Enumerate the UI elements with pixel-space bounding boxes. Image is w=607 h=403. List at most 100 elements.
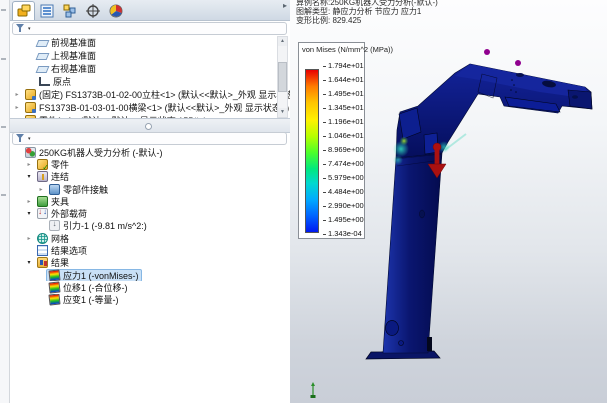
tree-item[interactable]: 上视基准面 [10,49,290,62]
tree-item-label: 结果选项 [51,244,87,256]
tree-item-content[interactable]: 零部件接触 [46,183,111,195]
tree-item[interactable]: 前视基准面 [10,36,290,49]
tab-display-manager[interactable] [104,1,127,20]
loads-icon [37,208,48,219]
expand-arrow-icon[interactable]: ▸ [12,104,22,111]
model-beam-hole [516,73,524,77]
tree-item[interactable]: 位移1 (-合位移-) [10,281,290,293]
tree-item[interactable]: 引力-1 (-9.81 m/s^2:) [10,220,290,232]
connections-icon [37,171,48,182]
tree-item[interactable]: 结果选项 [10,244,290,256]
selected-tree-item[interactable]: 应力1 (-vonMises-) [46,269,142,281]
tree-item-content[interactable]: 前视基准面 [34,36,99,49]
tree-item[interactable]: ▸FS1373B-01-03-01-00横梁<1> (默认<<默认>_外观 显示… [10,101,290,114]
tree-item-content[interactable]: 上视基准面 [34,49,99,62]
model-end-hole [572,95,578,99]
panel-expand-arrow[interactable]: ▸ [283,2,287,10]
tree-item[interactable]: ▾ 连结 [10,171,290,183]
tree-item-content[interactable]: 结果选项 [34,244,90,256]
assembly-part-icon [25,89,36,100]
scroll-down-icon[interactable]: ▼ [278,108,287,117]
tree-item[interactable]: ▸网格 [10,232,290,244]
scrollbar-thumb[interactable] [278,62,287,92]
tree-item-content[interactable]: 夹具 [34,195,72,207]
tree-item-content[interactable]: 网格 [34,232,72,244]
displacement-plot-icon [48,281,60,293]
expand-arrow-icon[interactable]: ▾ [24,259,34,266]
strip-tick [1,126,6,128]
tree-item-label: 夹具 [51,195,69,207]
tree-item-content[interactable]: 连结 [34,171,72,183]
tree-item-content[interactable]: 右视基准面 [34,62,99,75]
dimxpert-manager-tab-icon [86,4,100,18]
scroll-up-icon[interactable]: ▲ [278,37,287,46]
origin-triad-icon [311,382,316,398]
expand-arrow-icon[interactable]: ▸ [24,235,34,242]
expand-arrow-icon[interactable]: ▸ [12,91,22,98]
gravity-icon [49,220,60,231]
panel-edge-strip [0,0,10,403]
remote-point-marker [515,60,521,66]
graphics-area[interactable]: 算例名称:250KG机器人受力分析(-默认-) 图解类型: 静应力分析 节应力 … [290,0,607,403]
panel-splitter[interactable] [10,118,290,133]
tab-dimxpert-manager[interactable] [81,1,104,20]
tree-item-content[interactable]: 原点 [34,75,74,88]
plane-icon [36,53,50,60]
expand-arrow-icon[interactable]: ▾ [24,210,34,217]
expand-arrow-icon[interactable]: ▸ [36,186,46,193]
feature-manager-panel: ▸ ▾ 前视基准面上视基准面右视基准面原点▸(固定) FS1373B-01-02… [10,0,291,403]
tree-item-label: 上视基准面 [51,49,96,62]
tree-item[interactable]: 250KG机器人受力分析 (-默认-) [10,146,290,158]
model-base-tab [427,337,432,351]
origin-icon [39,77,50,86]
tree-item-content[interactable]: 零件 [34,158,72,170]
tab-feature-manager[interactable] [12,1,35,20]
study-filter-input[interactable]: ▾ [12,132,287,145]
strip-tick [1,9,6,11]
tree-item-label: 连结 [51,171,69,183]
tree-filter-input[interactable]: ▾ [12,22,287,35]
tree-item[interactable]: ▸零件 [10,158,290,170]
filter-caret-icon: ▾ [28,136,31,142]
tree-item-label: 外部载荷 [51,207,87,219]
tree-item-content[interactable]: FS1373B-01-03-01-00横梁<1> (默认<<默认>_外观 显示状… [22,101,290,114]
tab-property-manager[interactable] [35,1,58,20]
tree-item-label: 引力-1 (-9.81 m/s^2:) [63,220,147,232]
model-column-hole-tiny [399,341,404,346]
strip-tick [1,194,6,196]
tree-item-content[interactable]: 250KG机器人受力分析 (-默认-) [22,146,166,158]
tree-item-content[interactable]: 应变1 (-等量-) [46,294,122,306]
tree-item-label: 应力1 (-vonMises-) [63,269,139,281]
expand-arrow-icon[interactable]: ▾ [24,173,34,180]
tree-item-label: 原点 [53,75,71,88]
tree-item[interactable]: ▸零部件接触 [10,183,290,195]
tree-item-label: 结果 [51,257,69,269]
tree-item-label: 位移1 (-合位移-) [63,281,128,293]
model-beam-end-face [568,90,592,109]
study-icon [25,147,36,158]
legend-title: von Mises (N/mm^2 (MPa)) [302,45,393,54]
results-folder-icon [37,257,48,268]
tree-item-content[interactable]: 引力-1 (-9.81 m/s^2:) [46,220,150,232]
expand-arrow-icon[interactable]: ▸ [24,198,34,205]
assembly-part-icon [25,102,36,113]
tree-item[interactable]: 应变1 (-等量-) [10,294,290,306]
tree-item[interactable]: ▸ 夹具 [10,195,290,207]
tree-item[interactable]: 右视基准面 [10,62,290,75]
tab-configuration-manager[interactable] [58,1,81,20]
tree-item[interactable]: 原点 [10,75,290,88]
tree-item-content[interactable]: 结果 [34,257,72,269]
feature-tree-scrollbar[interactable]: ▲ ▼ [277,36,288,118]
tree-item[interactable]: 应力1 (-vonMises-) [10,269,290,281]
tree-item[interactable]: ▾ 结果 [10,257,290,269]
tree-item-content[interactable]: 外部载荷 [34,207,90,219]
filter-caret-icon: ▾ [28,26,31,32]
tree-item-content[interactable]: 位移1 (-合位移-) [46,281,131,293]
property-manager-tab-icon [40,4,54,18]
tree-item[interactable]: ▾ 外部载荷 [10,207,290,219]
expand-arrow-icon[interactable]: ▸ [24,161,34,168]
plane-icon [36,66,50,73]
plane-icon [36,40,50,47]
tree-item-content[interactable]: (固定) FS1373B-01-02-00立柱<1> (默认<<默认>_外观 显… [22,88,290,101]
tree-item[interactable]: ▸(固定) FS1373B-01-02-00立柱<1> (默认<<默认>_外观 … [10,88,290,101]
